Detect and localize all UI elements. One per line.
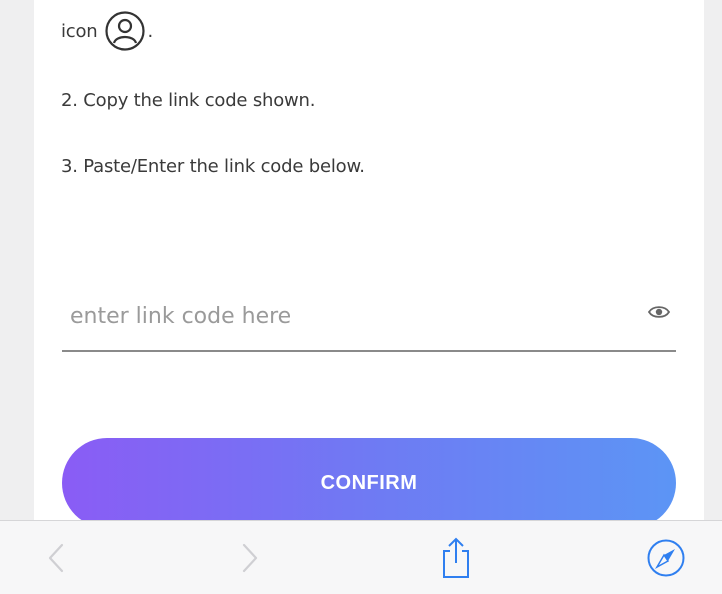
- back-button[interactable]: [26, 521, 86, 594]
- share-icon: [443, 537, 469, 578]
- instruction-step-1-period: .: [147, 20, 154, 42]
- user-account-icon: [104, 11, 145, 51]
- instruction-step-1: icon .: [61, 10, 153, 52]
- forward-button[interactable]: [220, 521, 280, 594]
- browser-toolbar: [0, 520, 722, 594]
- forward-icon: [242, 543, 258, 572]
- back-icon: [48, 543, 64, 572]
- instruction-step-1-text: icon: [61, 20, 98, 42]
- share-button[interactable]: [426, 521, 486, 594]
- instruction-step-2: 2. Copy the link code shown.: [61, 90, 316, 111]
- confirm-button[interactable]: CONFIRM: [62, 438, 676, 528]
- link-code-card: icon . 2. Copy the link code shown. 3. P…: [34, 0, 704, 530]
- eye-icon[interactable]: [648, 304, 670, 320]
- link-code-field: [62, 292, 676, 352]
- link-code-input[interactable]: [68, 292, 632, 340]
- safari-compass-icon: [647, 539, 685, 576]
- instruction-step-3: 3. Paste/Enter the link code below.: [61, 156, 365, 177]
- open-in-safari-button[interactable]: [636, 521, 696, 594]
